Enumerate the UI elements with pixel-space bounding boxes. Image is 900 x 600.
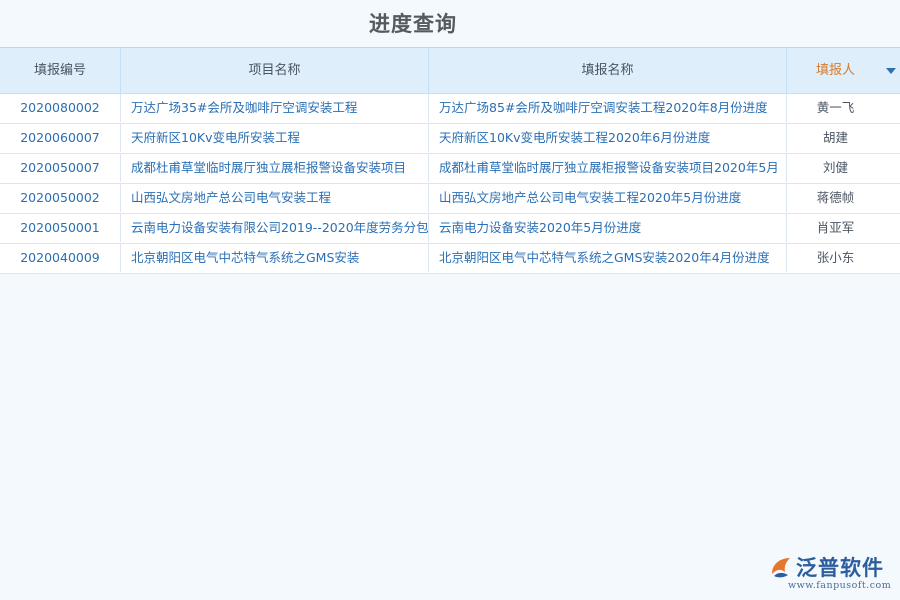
cell-person: 胡建 (787, 124, 884, 152)
cell-code[interactable]: 2020060007 (0, 124, 121, 152)
cell-spacer (884, 124, 900, 152)
table-row[interactable]: 2020040009 北京朝阳区电气中芯特气系统之GMS安装 北京朝阳区电气中芯… (0, 244, 900, 274)
cell-report[interactable]: 万达广场85#会所及咖啡厅空调安装工程2020年8月份进度 (429, 94, 787, 122)
table-row[interactable]: 2020050001 云南电力设备安装有限公司2019--2020年度劳务分包 … (0, 214, 900, 244)
logo-name: 泛普软件 (796, 552, 884, 582)
column-header-code[interactable]: 填报编号 (0, 48, 121, 93)
cell-project[interactable]: 万达广场35#会所及咖啡厅空调安装工程 (121, 94, 429, 122)
table-row[interactable]: 2020060007 天府新区10Kv变电所安装工程 天府新区10Kv变电所安装… (0, 124, 900, 154)
table-row[interactable]: 2020050002 山西弘文房地产总公司电气安装工程 山西弘文房地产总公司电气… (0, 184, 900, 214)
cell-code[interactable]: 2020080002 (0, 94, 121, 122)
cell-code[interactable]: 2020040009 (0, 244, 121, 272)
column-header-report[interactable]: 填报名称 (429, 48, 787, 93)
cell-spacer (884, 154, 900, 182)
table-header: 填报编号 项目名称 填报名称 填报人 (0, 48, 900, 94)
cell-code[interactable]: 2020050002 (0, 184, 121, 212)
progress-table: 填报编号 项目名称 填报名称 填报人 2020080002 万达广场35#会所及… (0, 47, 900, 274)
fanpu-logo-icon (768, 554, 794, 580)
cell-report[interactable]: 山西弘文房地产总公司电气安装工程2020年5月份进度 (429, 184, 787, 212)
logo-url: www.fanpusoft.com (788, 580, 891, 591)
cell-person: 蒋德帧 (787, 184, 884, 212)
cell-code[interactable]: 2020050007 (0, 154, 121, 182)
cell-person: 肖亚军 (787, 214, 884, 242)
column-header-project[interactable]: 项目名称 (121, 48, 429, 93)
brand-logo: 泛普软件 www.fanpusoft.com (768, 552, 890, 596)
cell-spacer (884, 184, 900, 212)
column-header-person[interactable]: 填报人 (787, 48, 884, 93)
cell-project[interactable]: 山西弘文房地产总公司电气安装工程 (121, 184, 429, 212)
cell-code[interactable]: 2020050001 (0, 214, 121, 242)
cell-spacer (884, 94, 900, 122)
cell-project[interactable]: 天府新区10Kv变电所安装工程 (121, 124, 429, 152)
cell-project[interactable]: 成都杜甫草堂临时展厅独立展柜报警设备安装项目 (121, 154, 429, 182)
cell-person: 黄一飞 (787, 94, 884, 122)
cell-spacer (884, 244, 900, 272)
cell-project[interactable]: 云南电力设备安装有限公司2019--2020年度劳务分包 (121, 214, 429, 242)
cell-report[interactable]: 云南电力设备安装2020年5月份进度 (429, 214, 787, 242)
column-menu-button[interactable] (884, 48, 900, 93)
cell-report[interactable]: 北京朝阳区电气中芯特气系统之GMS安装2020年4月份进度 (429, 244, 787, 272)
page-title: 进度查询 (0, 8, 826, 38)
caret-down-icon (886, 68, 896, 74)
table-row[interactable]: 2020080002 万达广场35#会所及咖啡厅空调安装工程 万达广场85#会所… (0, 94, 900, 124)
cell-project[interactable]: 北京朝阳区电气中芯特气系统之GMS安装 (121, 244, 429, 272)
table-row[interactable]: 2020050007 成都杜甫草堂临时展厅独立展柜报警设备安装项目 成都杜甫草堂… (0, 154, 900, 184)
cell-report[interactable]: 天府新区10Kv变电所安装工程2020年6月份进度 (429, 124, 787, 152)
cell-person: 张小东 (787, 244, 884, 272)
cell-report[interactable]: 成都杜甫草堂临时展厅独立展柜报警设备安装项目2020年5月 (429, 154, 787, 182)
cell-person: 刘健 (787, 154, 884, 182)
cell-spacer (884, 214, 900, 242)
